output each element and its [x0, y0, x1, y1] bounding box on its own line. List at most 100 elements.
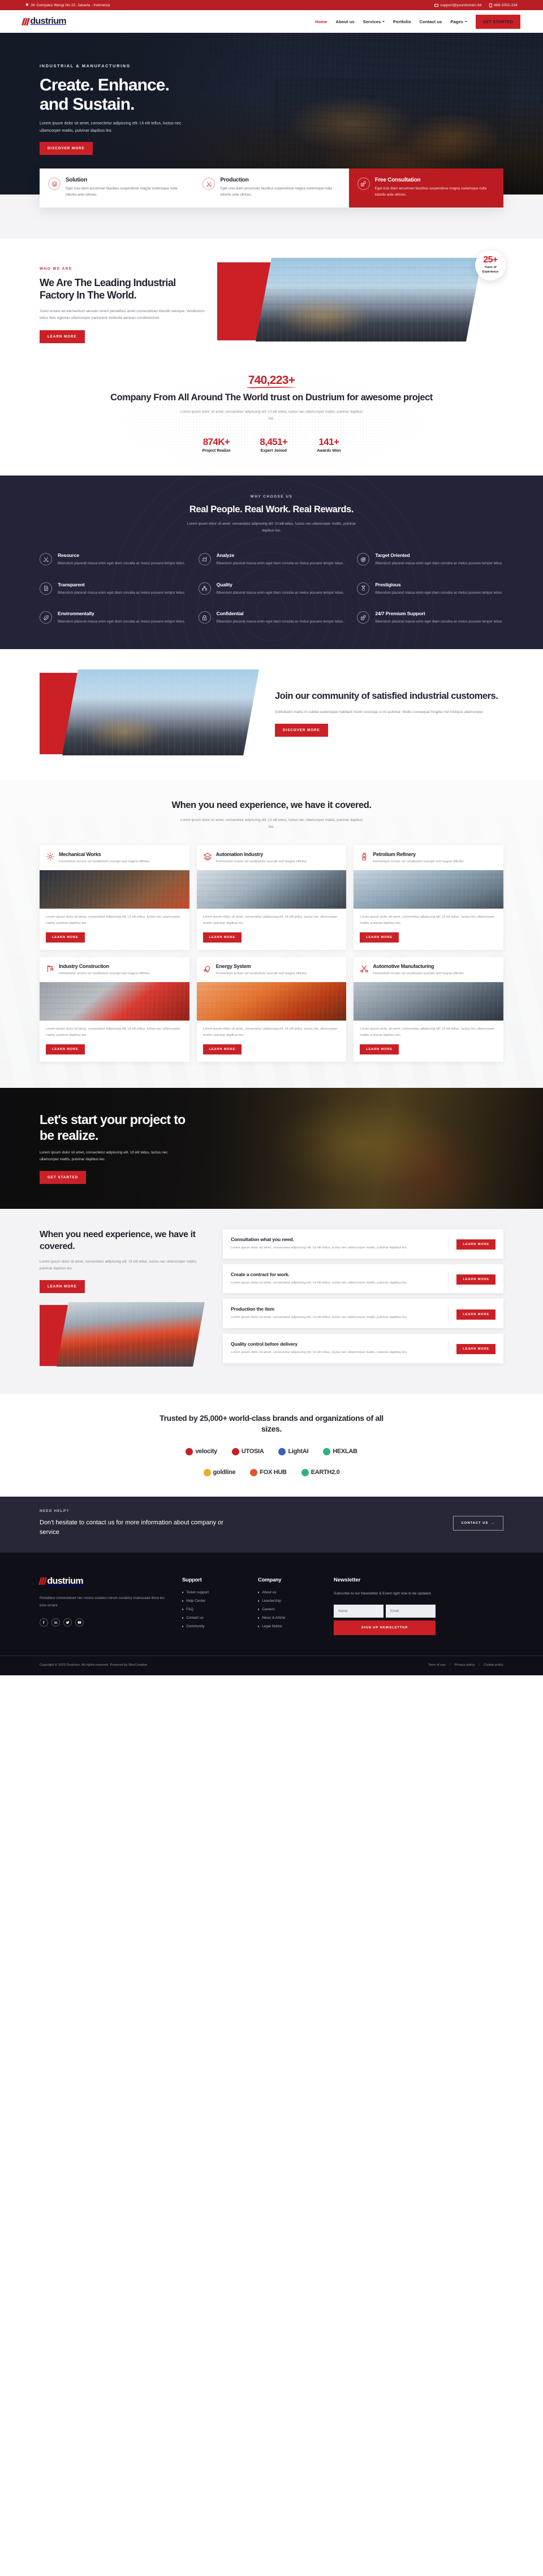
arrow-right-icon: → [491, 1522, 495, 1525]
process-row-body: Lorem ipsum dolor sit amet, consectetur … [231, 1246, 408, 1250]
about-title: We Are The Leading Industrial Factory In… [40, 277, 176, 301]
nav-label: About us [335, 19, 355, 24]
facebook-icon[interactable] [40, 1618, 48, 1627]
footer-link[interactable]: FAQ [186, 1607, 193, 1611]
why-item-body: Bibendum placerat massa enim eget diam c… [216, 620, 344, 624]
feature-title: Production [220, 177, 249, 183]
footer-link[interactable]: Careers [262, 1607, 275, 1611]
list-item[interactable]: Help Center [182, 1599, 244, 1603]
footer-socials [40, 1618, 169, 1627]
why-item-title: Resource [58, 552, 79, 559]
contact-us-button[interactable]: CONTACT US → [453, 1516, 503, 1531]
list-item[interactable]: Legal Notice [258, 1624, 320, 1628]
topbar-phone[interactable]: 888-2002-234 [489, 3, 518, 7]
layers-icon [203, 853, 212, 861]
services-section: When you need experience, we have it cov… [0, 780, 543, 1088]
service-card-automotive-manufacturing[interactable]: Automotive Manufacturing Fermentum ornare… [354, 957, 503, 1062]
footer-cookie-policy-link[interactable]: Cookie policy [484, 1663, 503, 1667]
community-discover-more-button[interactable]: DISCOVER MORE [275, 723, 328, 737]
bulb-icon [204, 966, 210, 973]
service-card-petrolium-refinery[interactable]: Petrolium Refinery Fermentum ornare vel v… [354, 845, 503, 950]
service-learn-more-button[interactable]: LEARN MORE [202, 1044, 242, 1055]
nav-item-about-us[interactable]: About us [335, 19, 354, 24]
location-pin-icon [25, 3, 29, 7]
service-learn-more-button[interactable]: LEARN MORE [202, 932, 242, 943]
service-learn-more-button[interactable]: LEARN MORE [46, 1044, 85, 1055]
nav-label: Contact us [419, 19, 442, 24]
newsletter-name-input[interactable] [334, 1605, 383, 1618]
nav-item-home[interactable]: Home [315, 19, 327, 24]
about-learn-more-button[interactable]: LEARN MORE [40, 330, 85, 343]
cta-get-started-button[interactable]: GET STARTED [40, 1171, 87, 1185]
nav-item-services[interactable]: Services [363, 19, 385, 24]
footer-link[interactable]: Leardership [262, 1599, 281, 1603]
footer-privacy-policy-link[interactable]: Privacy policy [454, 1663, 475, 1667]
brand-mark-icon [231, 1447, 239, 1455]
service-learn-more-button[interactable]: LEARN MORE [46, 932, 85, 943]
bullet-icon [258, 1592, 260, 1593]
footer-link[interactable]: Help Center [186, 1599, 205, 1603]
newsletter-signup-button[interactable]: SIGN UP NEWSLETTER [334, 1620, 436, 1636]
newsletter-email-input[interactable] [386, 1605, 436, 1618]
service-learn-more-button[interactable]: LEARN MORE [360, 932, 399, 943]
list-item[interactable]: About us [258, 1590, 320, 1594]
logo-slashes-icon [21, 18, 31, 25]
nav-label: Pages [450, 19, 464, 24]
nav-label: Services [363, 19, 381, 24]
footer-term-of-use-link[interactable]: Term of use [428, 1663, 446, 1667]
process-learn-more-button[interactable]: LEARN MORE [40, 1280, 85, 1294]
footer-link[interactable]: About us [262, 1590, 276, 1594]
services-grid: Mechanical Works Fermentum ornare vel ves… [40, 845, 503, 1062]
list-item[interactable]: Community [182, 1624, 244, 1628]
list-item[interactable]: Careers [258, 1607, 320, 1611]
why-item-body: Bibendum placerat massa enim eget diam c… [58, 620, 186, 624]
footer-link[interactable]: Ticket support [186, 1590, 209, 1594]
process-learn-more-button[interactable]: LEARN MORE [456, 1344, 495, 1355]
nav-item-portfolio[interactable]: Portfolio [393, 19, 411, 24]
linkedin-icon[interactable] [51, 1618, 60, 1627]
list-item[interactable]: Ticket support [182, 1590, 244, 1594]
why-item-resource: Resource Bibendum placerat massa enim ege… [40, 552, 186, 567]
process-learn-more-button[interactable]: LEARN MORE [456, 1239, 495, 1250]
list-item[interactable]: Contact us [182, 1616, 244, 1620]
hero-discover-more-button[interactable]: DISCOVER MORE [40, 142, 93, 155]
list-item[interactable]: News & Article [258, 1616, 320, 1620]
footer-logo[interactable]: dustrium [38, 1576, 169, 1587]
hero-body: Lorem ipsum dolor sit amet, consectetur … [40, 120, 182, 133]
site-logo[interactable]: dustrium [21, 16, 67, 27]
services-sub: Lorem ipsum dolor sit amet, consectetur … [180, 818, 363, 829]
nav-item-pages[interactable]: Pages [450, 19, 467, 24]
stats-section: 740,223+ Company From All Around The Wor… [0, 366, 543, 476]
service-card-industry-construction[interactable]: Industry Construction Fermentum ornare ve… [40, 957, 189, 1062]
service-card-mechanical-works[interactable]: Mechanical Works Fermentum ornare vel ves… [40, 845, 189, 950]
process-learn-more-button[interactable]: LEARN MORE [456, 1309, 495, 1320]
feature-card-free-consultation[interactable]: Free Consultation Eget cras diam accumsa… [348, 168, 503, 208]
service-title: Industry Construction [59, 963, 109, 969]
twitter-icon[interactable] [63, 1618, 72, 1627]
feature-cards: Solution Eget cras diam accumsan faucibu… [40, 168, 503, 208]
list-item[interactable]: FAQ [182, 1607, 244, 1611]
process-learn-more-button[interactable]: LEARN MORE [456, 1274, 495, 1285]
feature-card-production[interactable]: Production Eget cras diam accumsan fauci… [194, 168, 349, 208]
footer-link[interactable]: News & Article [262, 1616, 285, 1620]
nav-item-contact-us[interactable]: Contact us [420, 19, 442, 24]
service-card-energy-system[interactable]: Energy System Fermentum ornare vel vestib… [196, 957, 347, 1062]
footer-link[interactable]: Contact us [186, 1616, 204, 1620]
medal-icon [357, 582, 370, 595]
service-learn-more-button[interactable]: LEARN MORE [360, 1044, 399, 1055]
process-row-title: Create a contract for work. [231, 1271, 290, 1277]
service-card-automation-industry[interactable]: Automation Industry Fermentum ornare vel … [196, 845, 347, 950]
service-image [354, 982, 503, 1021]
get-started-button[interactable]: GET STARTED [475, 14, 520, 29]
footer-copyright: Copyright © 2023 Dustrium, All rights re… [40, 1663, 148, 1667]
youtube-icon[interactable] [75, 1618, 84, 1627]
feature-card-solution[interactable]: Solution Eget cras diam accumsan faucibu… [40, 168, 195, 208]
document-icon [40, 582, 52, 595]
footer-link[interactable]: Community [186, 1624, 204, 1628]
process-row-title: Production the item [231, 1306, 274, 1312]
list-item[interactable]: Leardership [258, 1599, 320, 1603]
about-body: Justo ornare ad elementum aenean lorem p… [40, 309, 205, 321]
topbar-email[interactable]: support@yourdomain.tld [434, 3, 481, 7]
service-sub: Fermentum ornare vel vestibulum suscipit… [216, 859, 308, 863]
footer-link[interactable]: Legal Notice [262, 1624, 282, 1628]
